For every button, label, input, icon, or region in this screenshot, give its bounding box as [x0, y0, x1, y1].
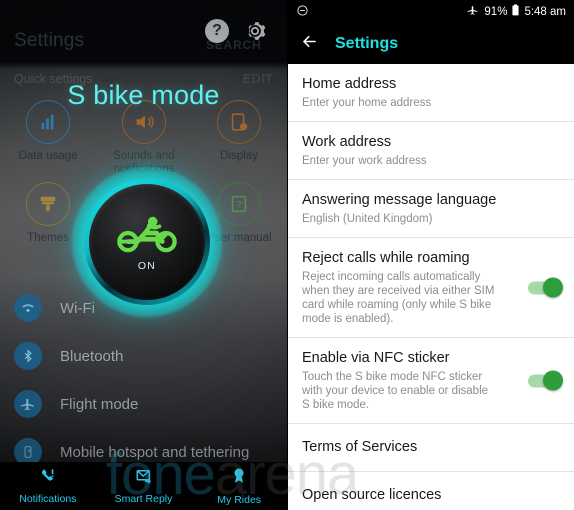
connection-item-bluetooth[interactable]: Bluetooth: [14, 336, 123, 376]
settings-row-title: Work address: [302, 134, 392, 150]
settings-row-subtitle: English (United Kingdom): [302, 213, 433, 225]
airplane-icon: [467, 4, 479, 19]
manual-book-icon: ?: [217, 182, 261, 226]
settings-row-reject-calls-while-roaming[interactable]: Reject calls while roaming Reject incomi…: [288, 238, 574, 338]
settings-row-title: Answering message language: [302, 192, 497, 208]
settings-row-work-address[interactable]: Work address Enter your work address: [288, 122, 574, 180]
nav-label: Notifications: [19, 493, 77, 505]
clock-label: 5:48 am: [524, 5, 566, 18]
settings-row-open-source-licences[interactable]: Open source licences: [288, 472, 574, 510]
left-app-bar: Settings SEARCH ?: [0, 0, 287, 62]
sbike-overlay-title: S bike mode: [67, 80, 220, 110]
connection-label: Mobile hotspot and tethering: [60, 443, 250, 461]
envelope-reply-icon: [134, 467, 154, 490]
settings-row-subtitle: Enter your home address: [302, 97, 432, 109]
settings-list: Home address Enter your home address Wor…: [288, 64, 574, 510]
right-page-title: Settings: [335, 35, 399, 52]
phone-alert-icon: [39, 467, 57, 490]
toggle-reject-calls-while-roaming[interactable]: [528, 277, 563, 297]
settings-row-title: Enable via NFC sticker: [302, 350, 450, 366]
quick-setting-sounds[interactable]: Sounds and notifications: [96, 100, 192, 176]
connection-label: Bluetooth: [60, 347, 124, 365]
settings-row-enable-via-nfc-sticker[interactable]: Enable via NFC sticker Touch the S bike …: [288, 338, 574, 424]
settings-row-home-address[interactable]: Home address Enter your home address: [288, 64, 574, 122]
quick-setting-label: Display: [220, 150, 258, 162]
settings-row-subtitle: Reject incoming calls automatically when…: [302, 271, 495, 325]
paintbrush-icon: [26, 182, 70, 226]
battery-percent-label: 91%: [484, 5, 508, 18]
nav-item-my-rides[interactable]: My Rides: [191, 462, 287, 510]
right-phone-screen: 91% 5:48 am Settings Home address Enter …: [288, 0, 574, 510]
nav-label: My Rides: [217, 494, 262, 506]
nav-item-smart-reply[interactable]: Smart Reply: [96, 462, 192, 510]
right-app-bar: Settings: [288, 24, 574, 64]
toggle-enable-via-nfc-sticker[interactable]: [528, 370, 563, 390]
sbike-face: ON: [95, 190, 199, 294]
bluetooth-icon: [14, 342, 42, 370]
battery-icon: [512, 4, 520, 19]
do-not-disturb-icon: [296, 4, 309, 20]
settings-row-answering-message-language[interactable]: Answering message language English (Unit…: [288, 180, 574, 238]
settings-row-title: Reject calls while roaming: [302, 250, 470, 266]
settings-row-subtitle: Touch the S bike mode NFC sticker with y…: [302, 371, 489, 411]
back-arrow-icon[interactable]: [300, 32, 319, 56]
nav-label: Smart Reply: [114, 493, 173, 505]
award-badge-icon: [230, 466, 248, 491]
bottom-nav-bar: Notifications Smart Reply My Rides: [0, 462, 287, 510]
left-page-title: Settings: [14, 30, 85, 51]
quick-setting-label: Data usage: [18, 150, 78, 162]
connection-label: Flight mode: [60, 395, 139, 413]
sbike-mode-toggle-button[interactable]: ON: [72, 167, 222, 317]
motorcycle-icon: [116, 213, 178, 258]
settings-row-subtitle: Enter your work address: [302, 155, 427, 167]
help-icon[interactable]: ?: [205, 19, 229, 43]
status-bar: 91% 5:48 am: [288, 0, 574, 24]
airplane-icon: [14, 390, 42, 418]
settings-row-title: Home address: [302, 76, 397, 92]
nav-item-notifications[interactable]: Notifications: [0, 462, 96, 510]
left-phone-screen: Settings SEARCH ? Quick settings EDIT Da…: [0, 0, 287, 510]
toggle-knob: [543, 370, 563, 390]
status-bar-right: 91% 5:48 am: [467, 4, 566, 19]
settings-row-terms-of-services[interactable]: Terms of Services: [288, 424, 574, 472]
settings-row-title: Terms of Services: [302, 439, 418, 455]
settings-row-title: Open source licences: [302, 487, 442, 503]
svg-text:?: ?: [236, 200, 241, 210]
screenshot-root: Settings SEARCH ? Quick settings EDIT Da…: [0, 0, 574, 510]
wifi-icon: [14, 294, 42, 322]
toggle-knob: [543, 277, 563, 297]
connection-item-flight-mode[interactable]: Flight mode: [14, 384, 138, 424]
sbike-state-label: ON: [137, 259, 157, 272]
gear-icon[interactable]: [242, 18, 268, 44]
